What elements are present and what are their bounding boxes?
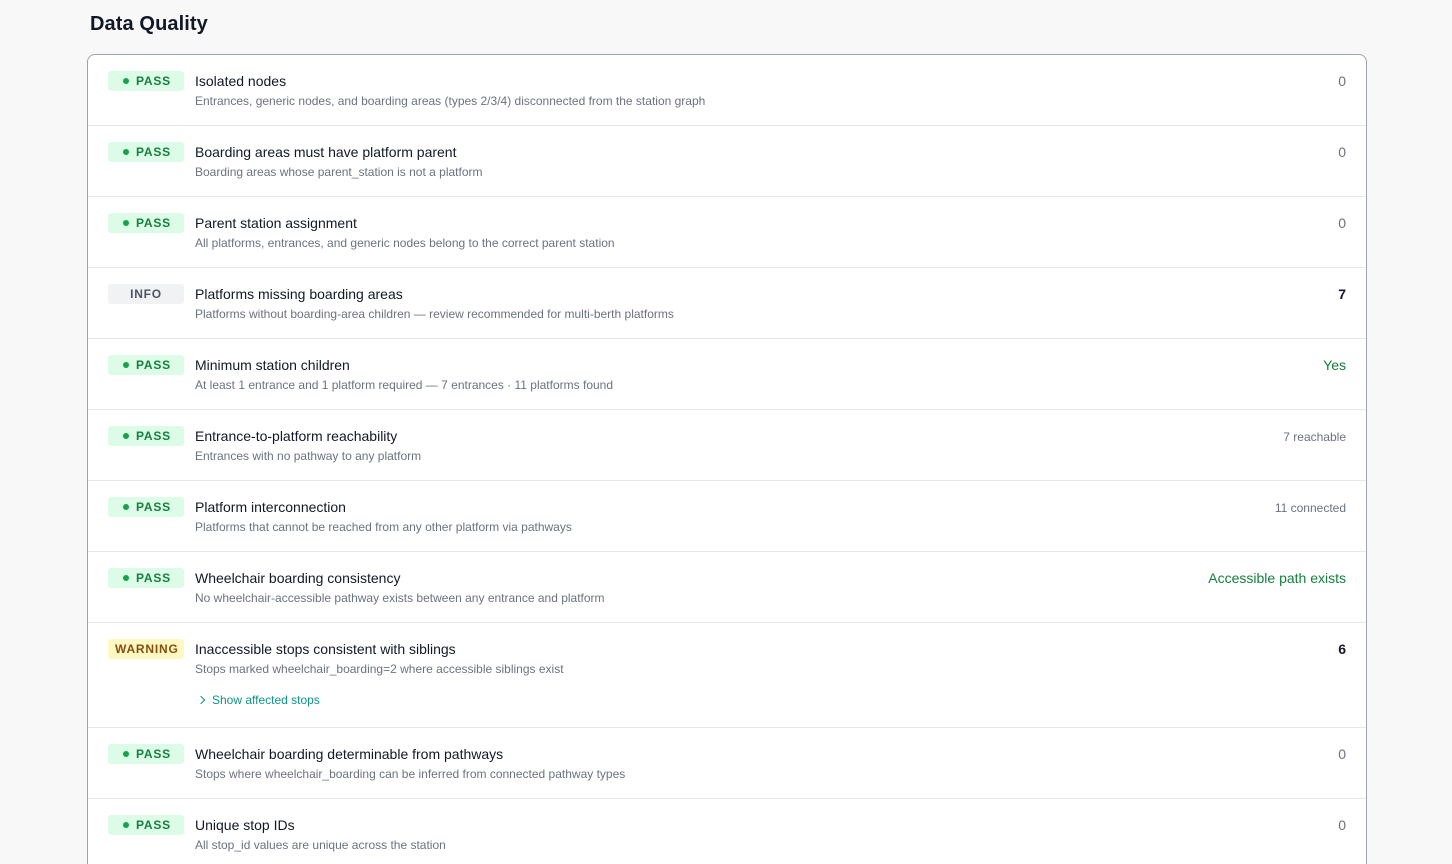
status-dot-icon <box>123 78 129 84</box>
check-row-wheelchair-boarding-consistency: PASS Wheelchair boarding consistency No … <box>88 552 1366 623</box>
check-description: All stop_id values are unique across the… <box>195 838 446 852</box>
status-badge: PASS <box>108 71 184 91</box>
status-dot-icon <box>123 822 129 828</box>
check-row-entrance-platform-reachability: PASS Entrance-to-platform reachability E… <box>88 410 1366 481</box>
check-name: Wheelchair boarding determinable from pa… <box>195 746 504 762</box>
status-label: INFO <box>130 287 162 301</box>
check-row-unique-stop-ids: PASS Unique stop IDs All stop_id values … <box>88 799 1366 864</box>
check-value: 11 connected <box>1274 501 1346 515</box>
check-description: Boarding areas whose parent_station is n… <box>195 165 483 179</box>
check-description: No wheelchair-accessible pathway exists … <box>195 591 605 605</box>
check-description: Platforms without boarding-area children… <box>195 307 674 321</box>
status-dot-icon <box>123 751 129 757</box>
check-description: Stops marked wheelchair_boarding=2 where… <box>195 662 564 676</box>
check-description: All platforms, entrances, and generic no… <box>195 236 615 250</box>
status-badge: PASS <box>108 213 184 233</box>
status-badge: WARNING <box>108 639 184 659</box>
check-row-isolated-nodes: PASS Isolated nodes Entrances, generic n… <box>88 55 1366 126</box>
status-badge: PASS <box>108 497 184 517</box>
check-value: 0 <box>1338 215 1346 231</box>
status-badge: PASS <box>108 355 184 375</box>
check-row-inaccessible-stops-siblings: WARNING Inaccessible stops consistent wi… <box>88 623 1366 728</box>
check-row-minimum-station-children: PASS Minimum station children At least 1… <box>88 339 1366 410</box>
checks-card: PASS Isolated nodes Entrances, generic n… <box>87 54 1367 864</box>
check-description: At least 1 entrance and 1 platform requi… <box>195 378 614 392</box>
check-value: 0 <box>1338 817 1346 833</box>
check-name: Boarding areas must have platform parent <box>195 144 457 160</box>
check-name: Wheelchair boarding consistency <box>195 570 401 586</box>
status-label: WARNING <box>115 642 179 656</box>
status-dot-icon <box>123 575 129 581</box>
check-description: Stops where wheelchair_boarding can be i… <box>195 767 626 781</box>
check-description: Platforms that cannot be reached from an… <box>195 520 572 534</box>
check-row-platform-interconnection: PASS Platform interconnection Platforms … <box>88 481 1366 552</box>
status-dot-icon <box>123 220 129 226</box>
check-value: 6 <box>1338 641 1346 657</box>
status-dot-icon <box>123 433 129 439</box>
check-value: 0 <box>1338 144 1346 160</box>
status-label: PASS <box>136 145 171 159</box>
status-dot-icon <box>123 362 129 368</box>
status-badge: INFO <box>108 284 184 304</box>
check-row-parent-station-assignment: PASS Parent station assignment All platf… <box>88 197 1366 268</box>
show-affected-stops-toggle[interactable]: Show affected stops <box>196 693 320 707</box>
check-name: Minimum station children <box>195 357 350 373</box>
status-dot-icon <box>123 149 129 155</box>
check-name: Parent station assignment <box>195 215 357 231</box>
check-name: Platform interconnection <box>195 499 346 515</box>
status-label: PASS <box>136 216 171 230</box>
status-dot-icon <box>123 504 129 510</box>
status-badge: PASS <box>108 744 184 764</box>
status-label: PASS <box>136 74 171 88</box>
status-label: PASS <box>136 429 171 443</box>
check-value: Yes <box>1323 357 1346 373</box>
status-badge: PASS <box>108 426 184 446</box>
check-name: Entrance-to-platform reachability <box>195 428 398 444</box>
check-name: Inaccessible stops consistent with sibli… <box>195 641 456 657</box>
expander-label: Show affected stops <box>212 693 320 707</box>
status-badge: PASS <box>108 815 184 835</box>
check-value: 7 <box>1338 286 1346 302</box>
check-row-wheelchair-determinable: PASS Wheelchair boarding determinable fr… <box>88 728 1366 799</box>
status-label: PASS <box>136 818 171 832</box>
check-name: Isolated nodes <box>195 73 287 89</box>
check-row-boarding-areas-parent: PASS Boarding areas must have platform p… <box>88 126 1366 197</box>
check-row-platforms-missing-boarding-areas: INFO Platforms missing boarding areas Pl… <box>88 268 1366 339</box>
check-value: 7 reachable <box>1283 430 1346 444</box>
check-description: Entrances with no pathway to any platfor… <box>195 449 422 463</box>
data-quality-page: Data Quality PASS Isolated nodes Entranc… <box>0 0 1452 864</box>
status-label: PASS <box>136 571 171 585</box>
check-value: 0 <box>1338 73 1346 89</box>
check-value: 0 <box>1338 746 1346 762</box>
status-badge: PASS <box>108 142 184 162</box>
status-badge: PASS <box>108 568 184 588</box>
check-name: Platforms missing boarding areas <box>195 286 403 302</box>
page-title: Data Quality <box>90 13 208 35</box>
check-name: Unique stop IDs <box>195 817 295 833</box>
chevron-right-icon <box>196 695 206 705</box>
status-label: PASS <box>136 358 171 372</box>
status-label: PASS <box>136 500 171 514</box>
check-description: Entrances, generic nodes, and boarding a… <box>195 94 706 108</box>
status-label: PASS <box>136 747 171 761</box>
check-value: Accessible path exists <box>1208 570 1346 586</box>
